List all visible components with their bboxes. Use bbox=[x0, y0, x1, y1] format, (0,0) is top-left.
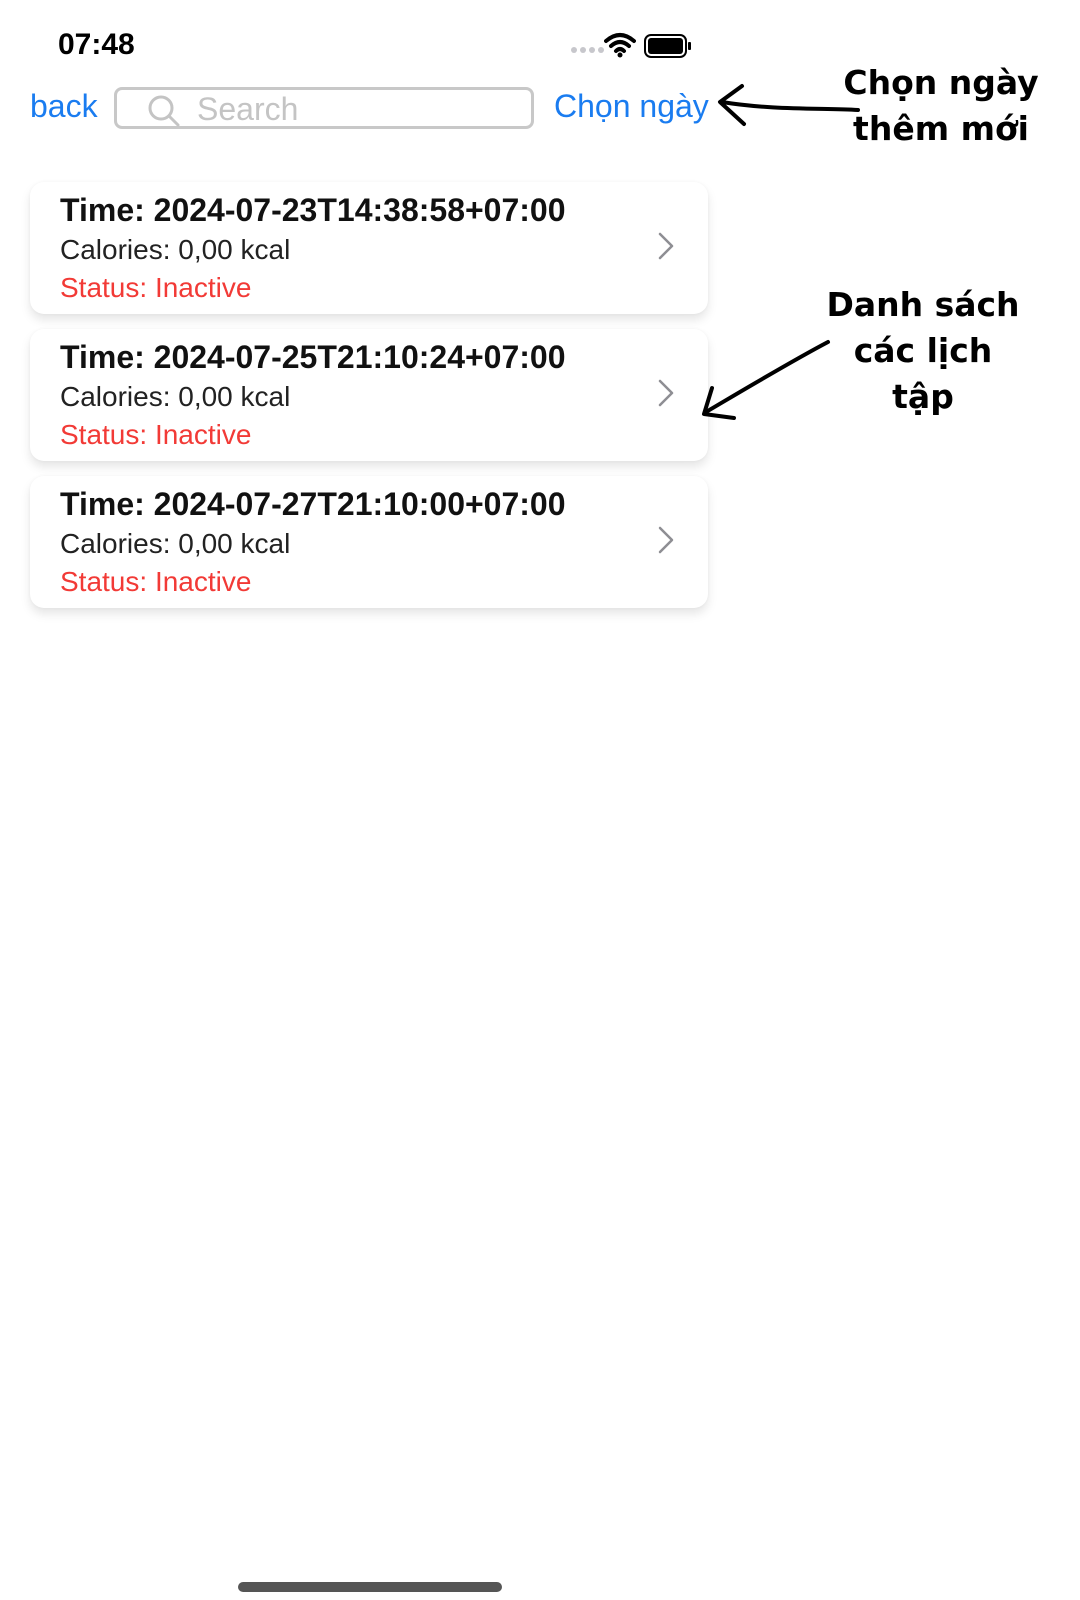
workout-list-screen: 07:48 back Chọn ngày Time: bbox=[0, 0, 1080, 1600]
annotation-list: Danh sách các lịch tập bbox=[818, 282, 1028, 420]
annotation-line: thêm mới bbox=[853, 109, 1029, 148]
annotation-line: Danh sách bbox=[826, 285, 1020, 324]
home-indicator[interactable] bbox=[238, 1582, 502, 1592]
arrow-to-list bbox=[704, 340, 830, 414]
annotation-pick-date: Chọn ngày thêm mới bbox=[836, 60, 1046, 152]
annotation-line: Chọn ngày bbox=[843, 63, 1039, 102]
annotation-line: các lịch tập bbox=[853, 331, 993, 416]
annotation-arrows bbox=[702, 84, 860, 420]
